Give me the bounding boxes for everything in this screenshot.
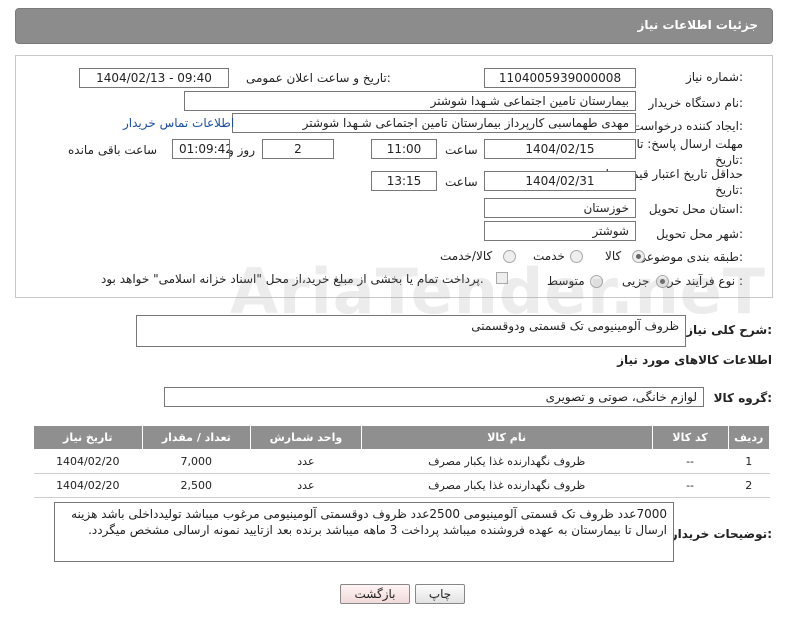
cell-index: 1 — [728, 449, 770, 474]
deadline-date-field[interactable]: 1404/02/15 — [484, 139, 636, 159]
validity-time-field[interactable]: 13:15 — [371, 171, 437, 191]
cell-unit: عدد — [250, 449, 362, 474]
col-name: نام کالا — [360, 425, 653, 450]
col-qty: تعداد / مقدار — [141, 425, 252, 450]
cell-date: 1404/02/20 — [33, 473, 143, 498]
requester-field[interactable]: مهدی طهماسبی کارپرداز بیمارستان تامین اج… — [232, 113, 636, 133]
description-text: ظروف آلومینیومی تک قسمتی ودوقسمتی — [471, 319, 679, 333]
col-code: کد کالا — [651, 425, 729, 450]
buyer-notes-field[interactable]: 7000عدد ظروف تک قسمتی آلومینیومی 2500عدد… — [54, 502, 674, 562]
province-field[interactable]: خوزستان — [484, 198, 636, 218]
back-button[interactable]: بازگشت — [340, 584, 410, 604]
city-field[interactable]: شوشتر — [484, 221, 636, 241]
announce-field[interactable]: 1404/02/13 - 09:40 — [79, 68, 229, 88]
buyer-org-label: نام دستگاه خریدار: — [648, 96, 744, 110]
goods-group-label: گروه کالا: — [713, 391, 772, 405]
description-label: شرح کلی نیاز: — [686, 323, 772, 337]
col-date: تاریخ نیاز — [33, 425, 143, 450]
requester-label: ایجاد کننده درخواست: — [632, 119, 743, 133]
deadline-time-field[interactable]: 11:00 — [371, 139, 437, 159]
need-number-label: شماره نیاز: — [685, 70, 743, 84]
cell-unit: عدد — [250, 473, 362, 498]
buyer-notes-label: توضیحات خریدار: — [670, 527, 772, 541]
goods-section-title: اطلاعات کالاهای مورد نیاز — [617, 353, 772, 367]
remaining-label: ساعت باقی مانده — [68, 143, 158, 157]
contact-info-link[interactable]: اطلاعات تماس خریدار — [123, 116, 234, 130]
cell-qty: 2,500 — [142, 473, 251, 498]
announce-label: تاریخ و ساعت اعلان عمومی: — [246, 71, 391, 85]
remaining-time-field[interactable]: 01:09:42 — [172, 139, 230, 159]
cell-index: 2 — [728, 473, 770, 498]
goods-group-field[interactable]: لوازم خانگی، صوتی و تصویری — [164, 387, 704, 407]
goods-table: ردیف کد کالا نام کالا واحد شمارش تعداد /… — [33, 425, 771, 498]
deadline-time-label: ساعت — [445, 143, 478, 157]
validity-date-field[interactable]: 1404/02/31 — [484, 171, 636, 191]
cell-date: 1404/02/20 — [33, 449, 143, 474]
page-title: جزئیات اطلاعات نیاز — [637, 18, 758, 32]
cell-code: -- — [652, 449, 729, 474]
page-header: جزئیات اطلاعات نیاز — [15, 8, 773, 44]
description-field[interactable]: ظروف آلومینیومی تک قسمتی ودوقسمتی — [136, 315, 686, 347]
cell-name: ظروف نگهدارنده غذا یکبار مصرف — [361, 473, 653, 498]
deadline-label: مهلت ارسال پاسخ: تا تاریخ: — [636, 137, 743, 167]
buyer-notes-text: 7000عدد ظروف تک قسمتی آلومینیومی 2500عدد… — [71, 507, 667, 537]
goods-table-wrap: ردیف کد کالا نام کالا واحد شمارش تعداد /… — [33, 425, 771, 498]
days-label: روز و — [228, 143, 255, 157]
validity-time-label: ساعت — [445, 175, 478, 189]
print-button[interactable]: چاپ — [415, 584, 465, 604]
days-field[interactable]: 2 — [262, 139, 334, 159]
table-row[interactable]: 1 -- ظروف نگهدارنده غذا یکبار مصرف عدد 7… — [33, 449, 770, 474]
city-label: شهر محل تحویل: — [656, 227, 743, 241]
col-unit: واحد شمارش — [250, 425, 362, 450]
cell-qty: 7,000 — [142, 449, 251, 474]
table-row[interactable]: 2 -- ظروف نگهدارنده غذا یکبار مصرف عدد 2… — [33, 473, 770, 498]
province-label: استان محل تحویل: — [648, 202, 743, 216]
need-number-field[interactable]: 1104005939000008 — [484, 68, 636, 88]
cell-name: ظروف نگهدارنده غذا یکبار مصرف — [361, 449, 653, 474]
cell-code: -- — [652, 473, 729, 498]
goods-table-header: ردیف کد کالا نام کالا واحد شمارش تعداد /… — [33, 425, 771, 450]
col-index: ردیف — [727, 425, 771, 450]
buyer-org-field[interactable]: بیمارستان تامین اجتماعی شـهدا شوشتر — [184, 91, 636, 111]
